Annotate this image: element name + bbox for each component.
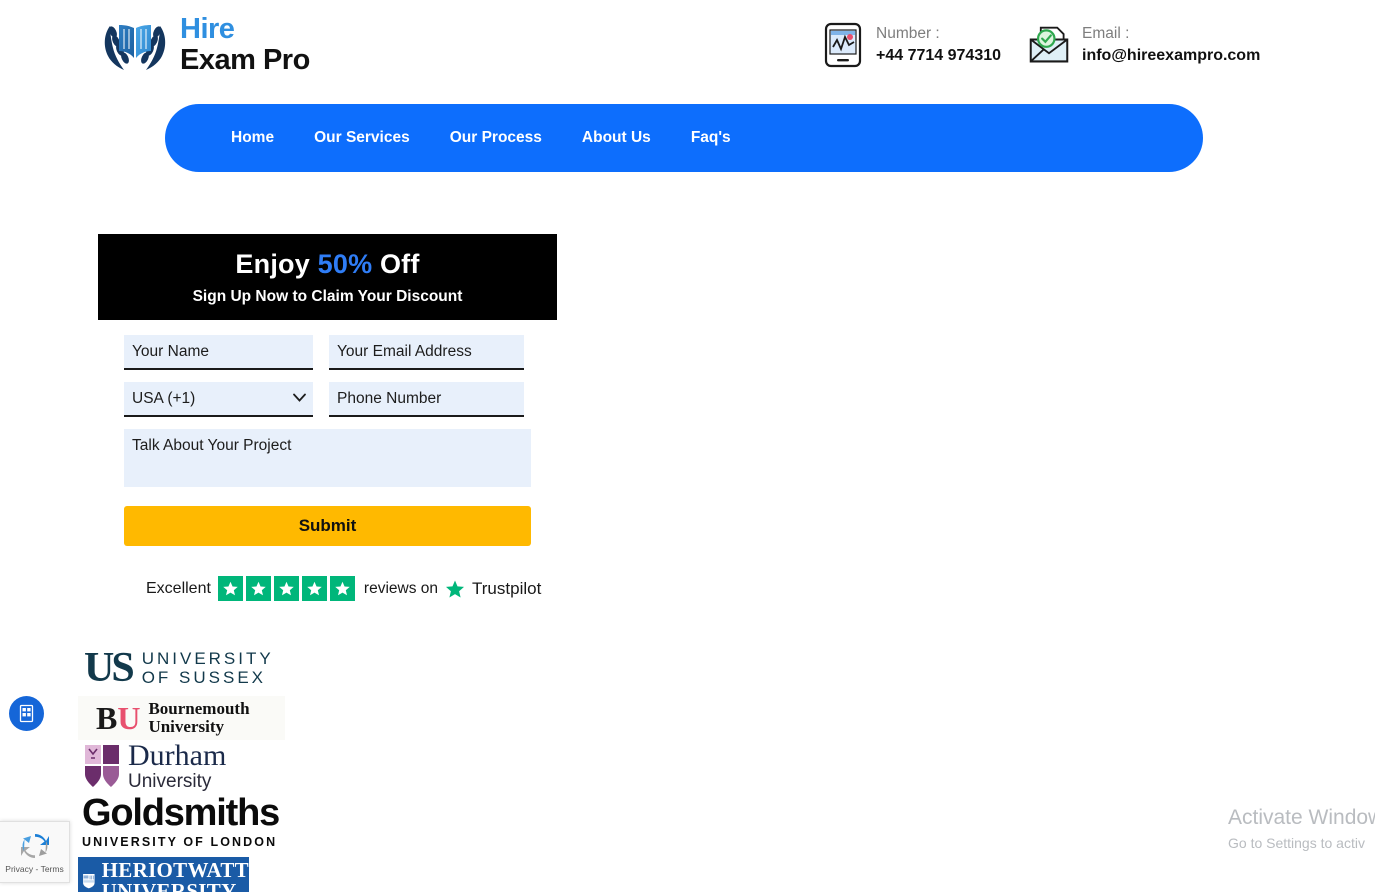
bournemouth-line-2: University (148, 718, 249, 736)
sussex-line-1: UNIVERSITY (142, 649, 274, 668)
main-navigation: Home Our Services Our Process About Us F… (165, 104, 1203, 172)
open-book-laurel-logo-icon (98, 12, 172, 78)
promo-title: Enjoy 50% Off (235, 249, 419, 280)
nav-item-our-process[interactable]: Our Process (430, 123, 562, 153)
goldsmiths-line-1: Goldsmiths (82, 794, 279, 832)
logo-university-of-sussex: US UNIVERSITY OF SUSSEX (78, 640, 378, 696)
logo-goldsmiths: Goldsmiths UNIVERSITY OF LONDON (78, 794, 378, 849)
lead-capture-form: USA (+1) Submit (124, 335, 534, 546)
envelope-check-icon (1028, 22, 1070, 68)
name-input[interactable] (124, 335, 313, 370)
site-logo[interactable]: Hire Exam Pro (98, 12, 310, 78)
star-icon (218, 576, 243, 601)
email-input[interactable] (329, 335, 524, 370)
sussex-monogram: US (84, 647, 132, 689)
durham-line-2: University (128, 772, 226, 791)
star-icon (330, 576, 355, 601)
phone-tablet-icon (822, 22, 864, 68)
sussex-wordmark: UNIVERSITY OF SUSSEX (142, 649, 274, 687)
form-row-1 (124, 335, 534, 370)
contact-email-label: Email : (1082, 24, 1260, 43)
phone-input[interactable] (329, 382, 524, 417)
logo-durham-university: Durham University (78, 740, 378, 792)
trustpilot-mid-text: reviews on (364, 580, 438, 598)
durham-shield-icon (84, 744, 120, 788)
country-code-select[interactable]: USA (+1) (124, 382, 313, 417)
heriot-watt-wordmark: HERIOTWATT UNIVERSITY (102, 860, 249, 892)
trustpilot-star-icon (445, 579, 465, 599)
nav-item-about-us[interactable]: About Us (562, 123, 671, 153)
contact-email[interactable]: Email : info@hireexampro.com (1028, 22, 1260, 68)
trustpilot-widget[interactable]: Excellent reviews on Trustpilot (146, 576, 541, 601)
promo-subtitle: Sign Up Now to Claim Your Discount (193, 288, 463, 306)
bournemouth-wordmark: Bournemouth University (148, 700, 249, 736)
watermark-line-2: Go to Settings to activ (1228, 834, 1375, 854)
bournemouth-mark-u: U (117, 700, 140, 736)
promo-title-highlight: 50% (318, 249, 373, 279)
nav-item-faqs[interactable]: Faq's (671, 123, 751, 153)
logo-heriot-watt-university: HERIOTWATT UNIVERSITY (78, 857, 249, 892)
contact-phone-text: Number : +44 7714 974310 (876, 24, 1001, 65)
goldsmiths-line-2: UNIVERSITY OF LONDON (82, 835, 277, 849)
trustpilot-brand: Trustpilot (472, 579, 541, 599)
form-row-2: USA (+1) (124, 382, 534, 417)
logo-line-1: Hire (180, 15, 310, 44)
promo-banner: Enjoy 50% Off Sign Up Now to Claim Your … (98, 234, 557, 320)
bournemouth-monogram: BU (96, 702, 140, 734)
page-root: Hire Exam Pro Number : +44 7714 974310 (0, 0, 1375, 892)
heriot-watt-crest-icon (82, 861, 96, 892)
submit-button[interactable]: Submit (124, 506, 531, 546)
heriot-watt-line-1: HERIOTWATT (102, 860, 249, 881)
contact-phone-label: Number : (876, 24, 1001, 43)
trustpilot-rating-word: Excellent (146, 580, 211, 598)
contact-phone-value: +44 7714 974310 (876, 46, 1001, 66)
trustpilot-stars (218, 576, 355, 601)
star-icon (274, 576, 299, 601)
country-select-wrapper: USA (+1) (124, 382, 313, 417)
accessibility-icon (17, 704, 36, 723)
nav-item-home[interactable]: Home (211, 123, 294, 153)
university-logos: US UNIVERSITY OF SUSSEX BU Bournemouth U… (78, 640, 378, 892)
promo-title-post: Off (372, 249, 419, 279)
bournemouth-mark-b: B (96, 700, 117, 736)
logo-bournemouth-university: BU Bournemouth University (78, 696, 285, 740)
logo-wordmark: Hire Exam Pro (180, 15, 310, 75)
logo-line-2: Exam Pro (180, 46, 310, 75)
star-icon (302, 576, 327, 601)
contact-phone[interactable]: Number : +44 7714 974310 (822, 22, 1001, 68)
contact-email-text: Email : info@hireexampro.com (1082, 24, 1260, 65)
durham-line-1: Durham (128, 741, 226, 771)
recaptcha-badge[interactable]: Privacy - Terms (0, 821, 70, 883)
recaptcha-legal-text[interactable]: Privacy - Terms (5, 864, 63, 874)
star-icon (246, 576, 271, 601)
heriot-watt-line-2: UNIVERSITY (102, 881, 249, 892)
promo-title-pre: Enjoy (235, 249, 317, 279)
site-header: Hire Exam Pro Number : +44 7714 974310 (0, 0, 1375, 100)
contact-email-value: info@hireexampro.com (1082, 46, 1260, 66)
windows-activation-watermark: Activate Window Go to Settings to activ (1228, 805, 1375, 854)
recaptcha-icon (18, 830, 52, 862)
project-message-textarea[interactable] (124, 429, 531, 487)
bournemouth-line-1: Bournemouth (148, 700, 249, 718)
nav-item-our-services[interactable]: Our Services (294, 123, 430, 153)
sussex-line-2: OF SUSSEX (142, 668, 274, 687)
accessibility-widget-button[interactable] (9, 696, 44, 731)
durham-wordmark: Durham University (128, 741, 226, 791)
watermark-line-1: Activate Window (1228, 805, 1375, 831)
